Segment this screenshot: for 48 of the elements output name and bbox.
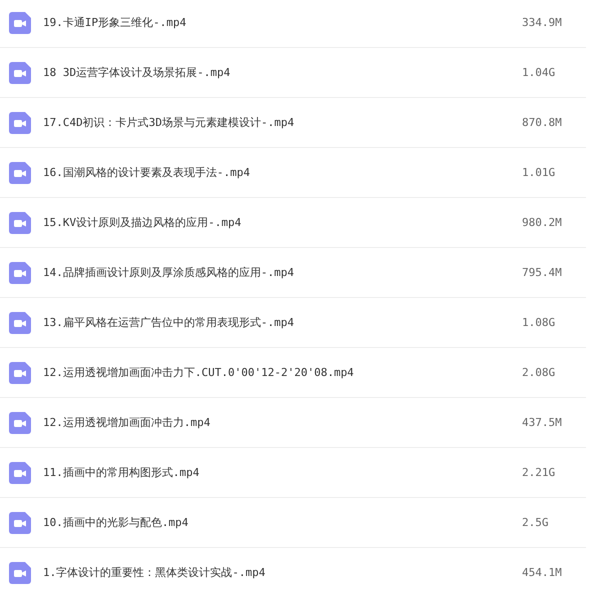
- file-size: 1.04G: [522, 66, 556, 79]
- video-file-icon: [9, 512, 31, 534]
- file-size: 1.01G: [522, 166, 556, 179]
- file-size: 795.4M: [522, 266, 563, 279]
- video-file-icon: [9, 212, 31, 234]
- file-row[interactable]: 16.国潮风格的设计要素及表现手法-.mp4 1.01G: [0, 148, 586, 198]
- file-row[interactable]: 12.运用透视增加画面冲击力.mp4 437.5M: [0, 398, 586, 448]
- video-file-icon: [9, 162, 31, 184]
- file-size: 1.08G: [522, 316, 556, 329]
- file-name: 18 3D运营字体设计及场景拓展-.mp4: [43, 65, 232, 80]
- file-row[interactable]: 18 3D运营字体设计及场景拓展-.mp4 1.04G: [0, 48, 586, 98]
- file-name: 10.插画中的光影与配色.mp4: [43, 515, 190, 530]
- file-size: 2.5G: [522, 516, 550, 529]
- video-file-icon: [9, 412, 31, 434]
- video-file-icon: [9, 112, 31, 134]
- video-file-icon: [9, 262, 31, 284]
- file-row[interactable]: 10.插画中的光影与配色.mp4 2.5G: [0, 498, 586, 548]
- video-file-icon: [9, 312, 31, 334]
- file-size: 2.21G: [522, 466, 556, 479]
- file-size: 334.9M: [522, 16, 563, 29]
- file-row[interactable]: 14.品牌插画设计原则及厚涂质感风格的应用-.mp4 795.4M: [0, 248, 586, 298]
- video-file-icon: [9, 562, 31, 584]
- file-size: 870.8M: [522, 116, 563, 129]
- file-name: 17.C4D初识：卡片式3D场景与元素建模设计-.mp4: [43, 115, 296, 130]
- file-row[interactable]: 11.插画中的常用构图形式.mp4 2.21G: [0, 448, 586, 498]
- file-size: 2.08G: [522, 366, 556, 379]
- video-file-icon: [9, 62, 31, 84]
- file-name: 16.国潮风格的设计要素及表现手法-.mp4: [43, 165, 251, 180]
- file-row[interactable]: 13.扁平风格在运营广告位中的常用表现形式-.mp4 1.08G: [0, 298, 586, 348]
- file-row[interactable]: 1.字体设计的重要性：黑体类设计实战-.mp4 454.1M: [0, 548, 586, 590]
- file-size: 437.5M: [522, 416, 563, 429]
- file-name: 15.KV设计原则及描边风格的应用-.mp4: [43, 215, 242, 230]
- file-row[interactable]: 17.C4D初识：卡片式3D场景与元素建模设计-.mp4 870.8M: [0, 98, 586, 148]
- file-name: 19.卡通IP形象三维化-.mp4: [43, 15, 188, 30]
- video-file-icon: [9, 462, 31, 484]
- file-name: 14.品牌插画设计原则及厚涂质感风格的应用-.mp4: [43, 265, 295, 280]
- file-name: 11.插画中的常用构图形式.mp4: [43, 465, 200, 480]
- file-row[interactable]: 12.运用透视增加画面冲击力下.CUT.0'00'12-2'20'08.mp4 2.08G: [0, 348, 586, 398]
- video-file-icon: [9, 362, 31, 384]
- file-row[interactable]: 19.卡通IP形象三维化-.mp4 334.9M: [0, 0, 586, 48]
- file-name: 1.字体设计的重要性：黑体类设计实战-.mp4: [43, 565, 266, 580]
- file-size: 980.2M: [522, 216, 563, 229]
- file-size: 454.1M: [522, 566, 563, 579]
- video-file-icon: [9, 12, 31, 34]
- file-row[interactable]: 15.KV设计原则及描边风格的应用-.mp4 980.2M: [0, 198, 586, 248]
- file-name: 12.运用透视增加画面冲击力.mp4: [43, 415, 212, 430]
- file-name: 13.扁平风格在运营广告位中的常用表现形式-.mp4: [43, 315, 295, 330]
- file-name: 12.运用透视增加画面冲击力下.CUT.0'00'12-2'20'08.mp4: [43, 365, 355, 380]
